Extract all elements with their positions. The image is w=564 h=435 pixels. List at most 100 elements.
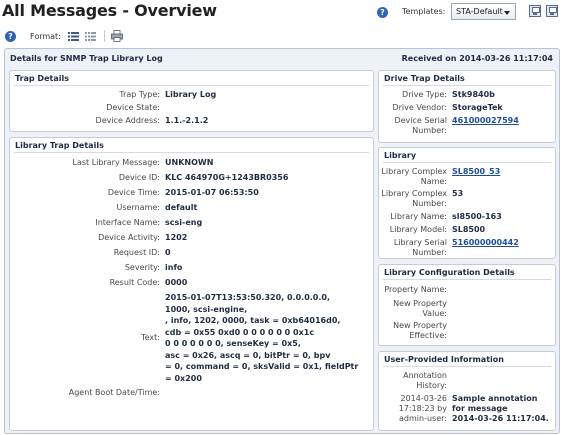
text-line: = 0x200 [165, 373, 202, 383]
library-complex-name-label: Library Complex Name: [381, 167, 447, 187]
severity-value: info [165, 263, 183, 272]
panel-header: Details for SNMP Trap Library Log Receiv… [5, 49, 559, 65]
drive-vendor-label: Drive Vendor: [392, 103, 447, 112]
label-line: History: [416, 381, 447, 390]
template-select-value: STA-Default [456, 7, 503, 16]
toolbar: ? Format: [0, 26, 564, 46]
columns-format-icon[interactable] [85, 31, 96, 41]
page-title: All Messages - Overview [2, 1, 217, 20]
annotation-user: admin-user: [399, 414, 447, 423]
help-icon[interactable]: ? [377, 7, 388, 18]
device-activity-value: 1202 [165, 233, 188, 242]
annotation-date: 2014-03-26 [400, 394, 448, 403]
drive-type-value: Stk9840b [452, 90, 495, 99]
library-serial-label: Library Serial Number: [381, 238, 447, 258]
device-time-label: Device Time: [107, 188, 160, 197]
trap-type-label: Trap Type: [119, 90, 160, 99]
new-property-effective-label: New Property Effective: [381, 321, 447, 341]
device-address-value: 1.1.-2.1.2 [165, 116, 209, 125]
section-divider [383, 85, 551, 86]
templates-label: Templates: [402, 7, 446, 16]
label-line: New Property [393, 321, 447, 330]
help-icon[interactable]: ? [5, 31, 16, 42]
section-title: Library Configuration Details [384, 268, 515, 277]
label-line: Number: [412, 199, 447, 208]
library-complex-number-value: 53 [452, 189, 464, 198]
library-section: Library Library Complex Name: SL8500_53 … [378, 147, 556, 259]
device-serial-label: Device Serial Number: [381, 116, 447, 136]
save-as-icon[interactable] [546, 5, 558, 17]
library-model-label: Library Model: [389, 225, 447, 234]
label-line: Value: [422, 309, 447, 318]
section-divider [383, 279, 551, 280]
label-line: Number: [412, 248, 447, 257]
section-title: Trap Details [15, 74, 69, 83]
text-line: 0 0 0 0 0 0 0, senseKey = 0x5, [165, 339, 301, 348]
text-line: = 0, command = 0, sksValid = 0x1, fieldP… [165, 362, 359, 371]
label-line: Annotation [403, 371, 447, 380]
trap-details-section: Trap Details Trap Type: Library Log Devi… [9, 70, 374, 132]
section-divider [14, 85, 369, 86]
section-title: Library [384, 151, 417, 160]
label-line: Name: [420, 177, 447, 186]
library-serial-link[interactable]: 516000000442 [452, 238, 519, 248]
severity-label: Severity: [124, 263, 160, 272]
template-select[interactable]: STA-Default [451, 3, 516, 20]
annotation-text: Sample annotation for message 2014-03-26… [452, 394, 549, 424]
text-line: cdb = 0x55 0xd0 0 0 0 0 0 0 0x1c [165, 327, 315, 337]
print-icon[interactable] [111, 30, 123, 42]
text-value: 2015-01-07T13:53:50.320, 0.0.0.0.0, 1000… [165, 292, 370, 384]
annotation-time: 17:18:23 by [398, 404, 447, 413]
list-format-icon[interactable] [68, 31, 79, 41]
agent-boot-label: Agent Boot Date/Time: [68, 388, 160, 397]
annotation-text-line: 2014-03-26 11:17:04. [452, 414, 549, 423]
section-title: User-Provided Information [384, 355, 504, 364]
library-name-label: Library Name: [390, 212, 447, 221]
drive-type-label: Drive Type: [402, 90, 447, 99]
drive-trap-details-section: Drive Trap Details Drive Type: Stk9840b … [378, 70, 556, 143]
annotation-text-line: Sample annotation [452, 394, 538, 403]
device-serial-link[interactable]: 461000027594 [452, 116, 519, 126]
panel-title: Details for SNMP Trap Library Log [10, 54, 163, 63]
label-line: Number: [412, 126, 447, 135]
device-id-label: Device ID: [118, 173, 160, 182]
device-activity-label: Device Activity: [98, 233, 160, 242]
new-property-value-label: New Property Value: [381, 299, 447, 319]
section-divider [383, 366, 551, 367]
label-line: New Property [393, 299, 447, 308]
annotation-history-label: Annotation History: [381, 371, 447, 391]
trap-type-value: Library Log [165, 90, 217, 99]
text-label: Text: [141, 333, 160, 342]
save-icon[interactable] [529, 5, 541, 17]
library-model-value: SL8500 [452, 225, 486, 234]
section-divider [14, 152, 369, 153]
device-state-label: Device State: [106, 103, 160, 112]
label-line: Library Complex [381, 167, 447, 176]
label-line: Library Serial [393, 238, 447, 247]
annotation-entry-meta: 2014-03-26 17:18:23 by admin-user: [381, 394, 447, 424]
format-label: Format: [30, 32, 61, 41]
device-id-value: KLC 464970G+1243BR0356 [165, 173, 289, 182]
last-message-value: UNKNOWN [165, 158, 214, 167]
interface-name-value: scsi-eng [165, 218, 203, 227]
device-time-value: 2015-01-07 06:53:50 [165, 188, 259, 197]
annotation-text-line: for message [452, 404, 508, 413]
user-provided-information-section: User-Provided Information Annotation His… [378, 351, 556, 431]
result-code-value: 0000 [165, 278, 188, 287]
last-message-label: Last Library Message: [72, 158, 160, 167]
request-id-value: 0 [165, 248, 171, 257]
library-name-value: sl8500-163 [452, 212, 502, 221]
text-line: asc = 0x26, ascq = 0, bitPtr = 0, bpv [165, 350, 331, 360]
text-line: , info, 1202, 0000, task = 0xb64016d0, [165, 316, 341, 325]
label-line: Effective: [409, 331, 447, 340]
library-complex-name-link[interactable]: SL8500_53 [452, 167, 500, 177]
toolbar-divider [104, 30, 105, 42]
section-title: Drive Trap Details [384, 74, 465, 83]
library-trap-details-section: Library Trap Details Last Library Messag… [9, 137, 374, 431]
interface-name-label: Interface Name: [95, 218, 160, 227]
message-details-panel: Details for SNMP Trap Library Log Receiv… [4, 48, 560, 434]
section-divider [383, 162, 551, 163]
page-header: All Messages - Overview ? Templates: STA… [0, 0, 564, 26]
drive-vendor-value: StorageTek [452, 103, 503, 112]
text-line: 2015-01-07T13:53:50.320, 0.0.0.0.0, [165, 293, 331, 302]
